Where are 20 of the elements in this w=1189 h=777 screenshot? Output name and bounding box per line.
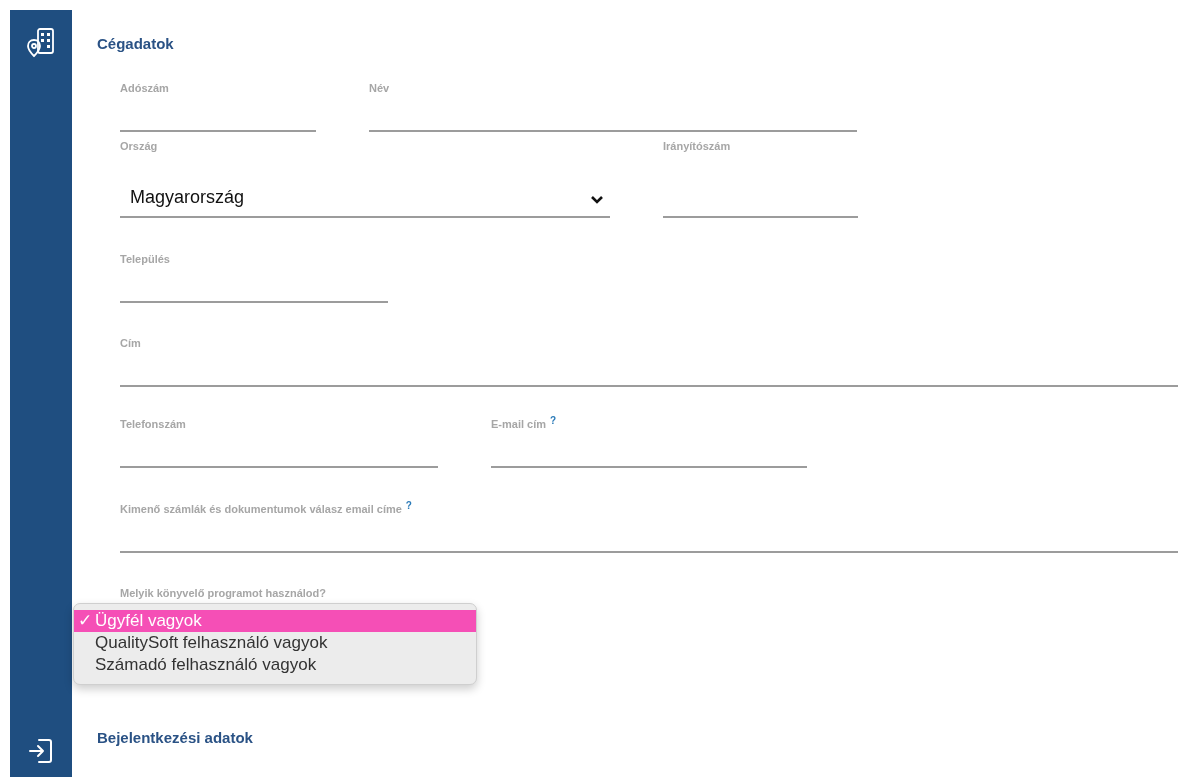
help-mark[interactable]: ? xyxy=(550,416,557,426)
field-label: Ország xyxy=(120,139,158,154)
country-select[interactable]: Magyarország xyxy=(120,154,610,218)
login-icon[interactable] xyxy=(28,737,54,765)
menu-option[interactable]: Számadó felhasználó vagyok xyxy=(74,654,476,676)
section-heading: Cégadatok xyxy=(97,35,175,53)
field-label: Irányítószám xyxy=(663,139,731,154)
field-label: Telefonszám xyxy=(120,417,186,432)
help-mark[interactable]: ? xyxy=(405,501,412,511)
building-pin-icon[interactable] xyxy=(26,27,56,59)
chevron-down-icon xyxy=(590,195,604,204)
field-label: Település xyxy=(120,252,170,267)
field-label: Kimenő számlák és dokumentumok válasz email címe xyxy=(120,502,402,517)
field-label: Cím xyxy=(120,336,141,351)
section-heading: Bejelentkezési adatok xyxy=(97,729,254,747)
field-label: E-mail cím xyxy=(491,417,547,432)
field-label: Név xyxy=(369,81,390,96)
field-label: Melyik könyvelő programot használod? xyxy=(120,586,326,601)
menu-option[interactable]: QualitySoft felhasználó vagyok xyxy=(74,632,476,654)
field-label: Adószám xyxy=(120,81,169,96)
